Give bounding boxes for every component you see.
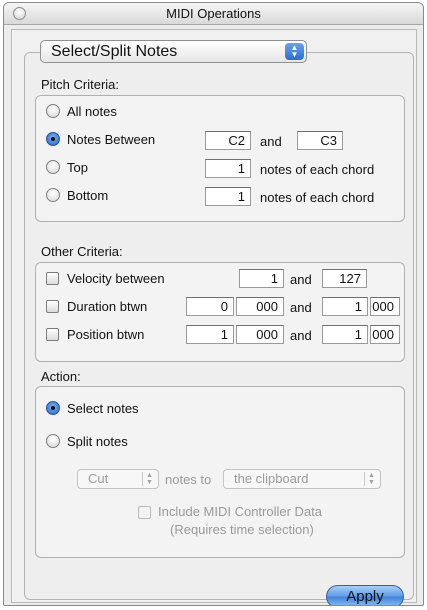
duration-from-bars-field[interactable]: 0 bbox=[186, 297, 234, 316]
notes-between-radio[interactable] bbox=[46, 132, 60, 146]
split-notes-radio[interactable] bbox=[46, 434, 60, 448]
all-notes-label: All notes bbox=[67, 104, 117, 119]
top-count-field[interactable]: 1 bbox=[205, 159, 251, 178]
operation-group: Pitch Criteria: All notes Notes Between … bbox=[24, 52, 414, 605]
velocity-and-label: and bbox=[290, 272, 312, 287]
destination-arrows-icon: ▲ ▼ bbox=[364, 472, 378, 486]
destination-value: the clipboard bbox=[234, 471, 309, 486]
velocity-from-field[interactable]: 1 bbox=[239, 269, 284, 288]
velocity-checkbox[interactable] bbox=[46, 272, 59, 285]
duration-label: Duration btwn bbox=[67, 299, 148, 314]
position-from-ticks-field[interactable]: 000 bbox=[236, 325, 284, 344]
apply-button[interactable]: Apply bbox=[326, 585, 404, 605]
all-notes-option[interactable]: All notes bbox=[46, 102, 246, 122]
position-from-bars-field[interactable]: 1 bbox=[186, 325, 234, 344]
position-to-bars-field[interactable]: 1 bbox=[322, 325, 368, 344]
split-notes-option[interactable]: Split notes bbox=[46, 432, 246, 452]
midi-operations-window: MIDI Operations Pitch Criteria: All note… bbox=[3, 2, 424, 606]
top-notes-of-each-chord-label: notes of each chord bbox=[260, 162, 375, 177]
title-bar: MIDI Operations bbox=[4, 3, 423, 25]
pitch-criteria-box: All notes Notes Between C2 and C3 Top 1 … bbox=[35, 95, 405, 222]
all-notes-radio[interactable] bbox=[46, 104, 60, 118]
include-midi-label: Include MIDI Controller Data bbox=[158, 504, 323, 519]
position-checkbox[interactable] bbox=[46, 328, 59, 341]
destination-popup[interactable]: the clipboard ▲ ▼ bbox=[223, 469, 381, 489]
bottom-count-field[interactable]: 1 bbox=[205, 187, 251, 206]
select-notes-radio[interactable] bbox=[46, 401, 60, 415]
duration-to-bars-field[interactable]: 1 bbox=[322, 297, 368, 316]
pitch-criteria-label: Pitch Criteria: bbox=[41, 77, 120, 92]
duration-option[interactable]: Duration btwn bbox=[46, 297, 196, 317]
pitch-to-field[interactable]: C3 bbox=[297, 131, 343, 150]
operation-popup-value: Select/Split Notes bbox=[51, 43, 178, 60]
other-criteria-box: Velocity between 1 and 127 Duration btwn… bbox=[35, 262, 405, 362]
velocity-option[interactable]: Velocity between bbox=[46, 269, 236, 289]
cut-copy-popup[interactable]: Cut ▲ ▼ bbox=[77, 469, 159, 489]
notes-between-label: Notes Between bbox=[67, 132, 156, 147]
velocity-label: Velocity between bbox=[67, 271, 165, 286]
window-title: MIDI Operations bbox=[166, 6, 261, 21]
bottom-notes-of-each-chord-label: notes of each chord bbox=[260, 190, 375, 205]
action-box: Select notes Split notes Cut ▲ ▼ notes to… bbox=[35, 386, 405, 558]
top-radio[interactable] bbox=[46, 160, 60, 174]
operation-popup[interactable]: Select/Split Notes ▲ ▼ bbox=[40, 40, 307, 63]
position-label: Position btwn bbox=[67, 327, 145, 342]
requires-time-selection-label: (Requires time selection) bbox=[170, 522, 314, 537]
popup-arrows-icon: ▲ ▼ bbox=[285, 43, 304, 60]
duration-and-label: and bbox=[290, 300, 312, 315]
split-notes-label: Split notes bbox=[67, 434, 128, 449]
cut-copy-value: Cut bbox=[88, 471, 109, 486]
bottom-radio[interactable] bbox=[46, 188, 60, 202]
action-label: Action: bbox=[41, 369, 81, 384]
duration-from-ticks-field[interactable]: 000 bbox=[236, 297, 284, 316]
notes-to-label: notes to bbox=[165, 472, 212, 487]
dialog-content: Pitch Criteria: All notes Notes Between … bbox=[11, 29, 417, 605]
duration-checkbox[interactable] bbox=[46, 300, 59, 313]
top-label: Top bbox=[67, 160, 88, 175]
velocity-to-field[interactable]: 127 bbox=[322, 269, 367, 288]
position-and-label: and bbox=[290, 328, 312, 343]
select-notes-label: Select notes bbox=[67, 401, 139, 416]
bottom-label: Bottom bbox=[67, 188, 109, 203]
pitch-and-label: and bbox=[260, 134, 282, 149]
pitch-from-field[interactable]: C2 bbox=[205, 131, 251, 150]
cut-copy-arrows-icon: ▲ ▼ bbox=[142, 472, 156, 486]
select-notes-option[interactable]: Select notes bbox=[46, 399, 246, 419]
other-criteria-label: Other Criteria: bbox=[41, 244, 123, 259]
position-to-ticks-field[interactable]: 000 bbox=[370, 325, 400, 344]
position-option[interactable]: Position btwn bbox=[46, 325, 196, 345]
include-midi-checkbox[interactable] bbox=[138, 506, 151, 519]
duration-to-ticks-field[interactable]: 000 bbox=[370, 297, 400, 316]
